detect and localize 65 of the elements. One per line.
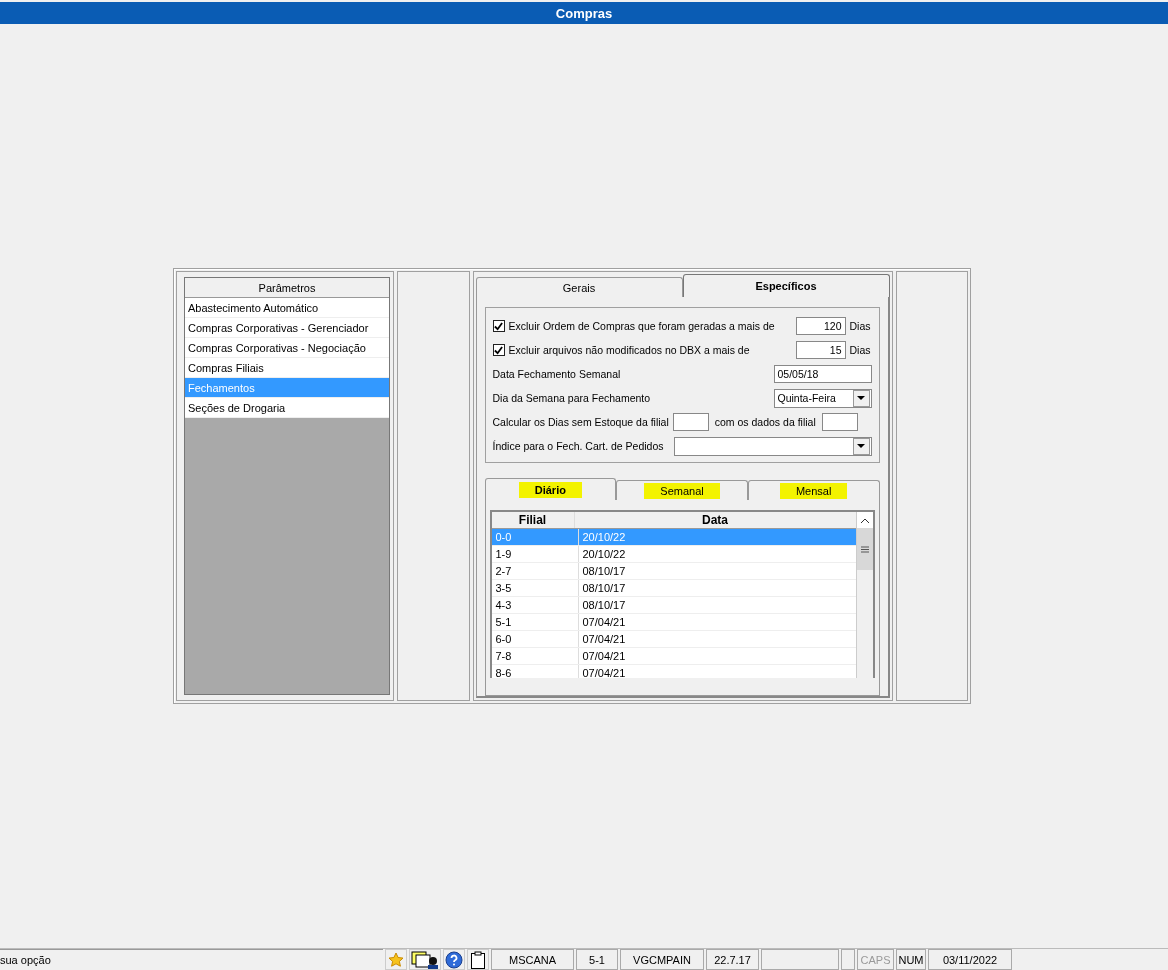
scrollbar-thumb[interactable] (856, 528, 873, 570)
input-field[interactable]: 15 (795, 341, 846, 359)
status-panel (841, 949, 855, 970)
list-item[interactable]: Abastecimento Automático (185, 298, 389, 318)
table-cell-text: 07/04/21 (581, 666, 627, 678)
table-cell-text: 08/10/17 (581, 598, 627, 613)
table-cell: 1-9 (491, 546, 579, 562)
list-item[interactable]: Compras Corporativas - Gerenciador (185, 318, 389, 338)
unit-label: Dias (849, 320, 872, 332)
status-field: VGCMPAIN (620, 949, 704, 970)
field-label: Excluir Ordem de Compras que foram geradas a mais de (508, 320, 775, 332)
input-field[interactable]: 120 (795, 317, 846, 335)
list-item[interactable]: Seções de Drogaria (185, 398, 389, 418)
status-field: 03/11/2022 (928, 949, 1012, 970)
table-cell-text: 20/10/22 (581, 547, 627, 562)
window-title: Compras (0, 2, 1168, 24)
help-icon[interactable] (443, 949, 465, 970)
list-item[interactable]: Compras Filiais (185, 358, 389, 378)
checkbox[interactable] (492, 320, 505, 332)
tab[interactable]: Diário (484, 478, 617, 500)
status-message: sua opção (0, 949, 383, 970)
table-cell: 4-3 (491, 597, 579, 613)
table-cell: 0-0 (491, 529, 579, 545)
input-field[interactable] (672, 413, 709, 431)
unit-label: Dias (849, 344, 872, 356)
scroll-up-icon[interactable] (856, 512, 873, 528)
column-header[interactable]: Filial (491, 512, 575, 528)
table-cell: 6-0 (491, 631, 579, 647)
status-field: NUM (896, 949, 926, 970)
table-cell: 2-7 (491, 563, 579, 579)
field-label: Índice para o Fech. Cart. de Pedidos (492, 440, 664, 452)
field-label: Excluir arquivos não modificados no DBX a mais de (508, 344, 750, 356)
field-label: Dia da Semana para Fechamento (492, 392, 651, 404)
list-header: Parâmetros (185, 278, 389, 298)
dropdown[interactable]: Quinta-Feira (773, 388, 872, 408)
list-item[interactable]: Compras Corporativas - Negociação (185, 338, 389, 358)
input-field[interactable] (821, 413, 858, 431)
tab[interactable]: Semanal (616, 480, 748, 500)
field-label: Calcular os Dias sem Estoque da filial (492, 416, 669, 428)
table-cell-text: 08/10/17 (581, 564, 627, 579)
status-field: MSCANA (491, 949, 574, 970)
table-cell-text: 07/04/21 (581, 615, 627, 630)
tab[interactable]: Gerais (475, 277, 683, 297)
table-cell: 5-1 (491, 614, 579, 630)
column-header[interactable]: Data (574, 512, 856, 528)
status-field: 5-1 (576, 949, 618, 970)
table-cell: 3-5 (491, 580, 579, 596)
table-cell-text: 07/04/21 (581, 632, 627, 647)
field-label: Data Fechamento Semanal (492, 368, 621, 380)
checkbox[interactable] (492, 344, 505, 356)
clipboard-icon[interactable] (467, 949, 489, 970)
star-icon[interactable] (385, 949, 407, 970)
table-cell-text: 07/04/21 (581, 649, 627, 664)
window-person-icon[interactable] (409, 949, 441, 970)
tab[interactable]: Mensal (747, 480, 880, 500)
status-field: CAPS (857, 949, 894, 970)
input-field[interactable]: 05/05/18 (773, 365, 872, 383)
scrollbar[interactable] (855, 512, 873, 678)
field-label: com os dados da filial (714, 416, 816, 428)
table-cell: 8-6 (491, 665, 579, 678)
status-field: 22.7.17 (706, 949, 759, 970)
tab[interactable]: Específicos (682, 274, 890, 297)
table-cell-text: 20/10/22 (581, 530, 627, 545)
table-cell: 7-8 (491, 648, 579, 664)
table-cell-text: 08/10/17 (581, 581, 627, 596)
